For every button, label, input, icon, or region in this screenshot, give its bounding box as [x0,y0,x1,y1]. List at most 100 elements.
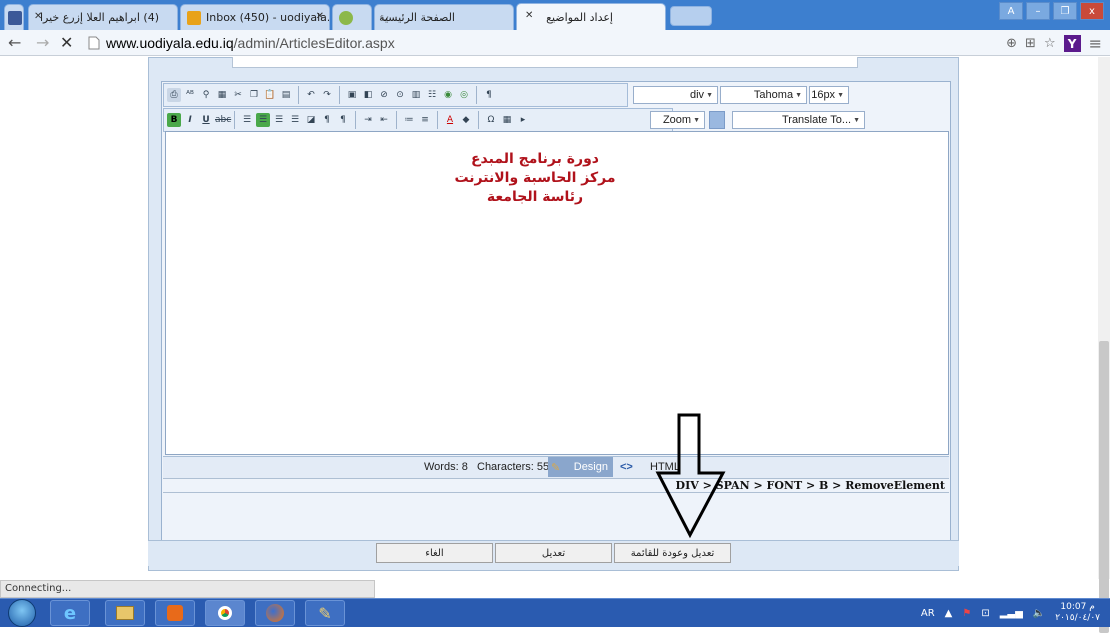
ltr-icon[interactable]: ¶ [320,113,334,127]
align-right-icon[interactable]: ☰ [272,113,286,127]
paste-special-icon[interactable]: ▤ [279,88,293,102]
taskbar-paint[interactable]: ✎ [305,600,345,626]
paint-icon: ✎ [318,603,332,623]
document-icon[interactable]: ▥ [409,88,423,102]
bullet-list-icon[interactable]: ≡ [418,113,432,127]
zoom-icon[interactable]: ⊕ [1006,36,1017,51]
clear-format-icon[interactable]: ◪ [304,113,318,127]
tab-articles-editor[interactable]: ✕ إعداد المواضيع [516,3,666,30]
back-icon[interactable]: ← [8,33,21,52]
chevron-down-icon: ▼ [693,116,700,124]
text-color-icon[interactable]: A [443,113,457,127]
table-icon[interactable]: ▦ [500,113,514,127]
show-hidden-icons-icon[interactable]: ▲ [945,608,953,619]
taskbar-firefox[interactable] [255,600,295,626]
bold-icon[interactable]: B [167,113,181,127]
character-count: Characters: 55 [477,461,550,473]
design-mode-button[interactable]: ✎ Design [548,457,613,477]
minimize-button[interactable]: – [1026,2,1050,20]
special-char-icon[interactable]: Ω [484,113,498,127]
justify-icon[interactable]: ☰ [288,113,302,127]
title-field[interactable] [232,57,858,68]
volume-icon[interactable]: 🔈 [1033,608,1045,619]
unlink-icon[interactable]: ◎ [457,88,471,102]
find-icon[interactable]: ⚲ [199,88,213,102]
taskbar-media[interactable] [155,600,195,626]
scrollbar-thumb[interactable] [1099,341,1109,633]
size-dropdown[interactable]: 16px ▼ [809,86,849,104]
clock[interactable]: 10:07 م ٢٠١٥/٠٤/٠٧ [1055,602,1100,624]
highlight-color-icon[interactable]: ◆ [459,113,473,127]
select-all-icon[interactable]: ▦ [215,88,229,102]
menu-icon[interactable]: ≡ [1089,34,1102,53]
zoom-dropdown[interactable]: Zoom ▼ [650,111,705,129]
flash-icon[interactable]: ⊘ [377,88,391,102]
chrome-icon [218,606,232,620]
copy-icon[interactable]: ❐ [247,88,261,102]
undo-icon[interactable]: ↶ [304,88,318,102]
translate-icon[interactable] [709,111,725,129]
tab-home[interactable]: الصفحة الرئيسية ◡ [374,4,514,30]
firefox-icon [266,604,284,622]
image-icon[interactable]: ▣ [345,88,359,102]
language-indicator[interactable]: AR [921,608,935,619]
cut-icon[interactable]: ✂ [231,88,245,102]
print-icon[interactable]: ⎙ [167,88,181,102]
signal-icon[interactable]: ▂▃▅ [1000,608,1023,619]
font-dropdown[interactable]: Tahoma ▼ [720,86,807,104]
security-flag-icon[interactable]: ⚑ [962,608,971,619]
template-icon[interactable]: ☷ [425,88,439,102]
new-tab-button[interactable] [670,6,712,26]
translate-dropdown[interactable]: Translate To... ▼ [732,111,865,129]
record-icon[interactable]: ⊙ [393,88,407,102]
close-icon[interactable]: ✕ [316,11,324,22]
align-center-icon[interactable]: ☰ [256,113,270,127]
taskbar-ie[interactable]: e [50,600,90,626]
taskbar-explorer[interactable] [105,600,145,626]
network-icon[interactable]: ⊡ [981,608,989,619]
tab-facebook[interactable]: (4) ابراهيم العلا إزرع خيرا ✕ [28,4,178,30]
start-button[interactable] [8,599,36,627]
paste-icon[interactable]: 📋 [263,88,277,102]
spellcheck-icon[interactable]: ᴬᴮ [183,88,197,102]
maximize-button[interactable]: ❐ [1053,2,1077,20]
rtl-icon[interactable]: ¶ [336,113,350,127]
format-dropdown[interactable]: div ▼ [633,86,718,104]
italic-icon[interactable]: I [183,113,197,127]
strikethrough-icon[interactable]: abc [215,113,231,127]
outdent-icon[interactable]: ⇤ [377,113,391,127]
edit-return-button[interactable]: تعديل وعودة للقائمة [614,543,731,563]
bookmark-star-icon[interactable]: ☆ [1044,36,1056,51]
link-icon[interactable]: ◉ [441,88,455,102]
tag-path-bar[interactable]: DIV > SPAN > FONT > B > RemoveElement [163,478,949,493]
close-icon[interactable]: ✕ [34,11,42,22]
paragraph-icon[interactable]: ¶ [482,88,496,102]
stop-icon[interactable]: ✕ [60,33,73,52]
code-icon[interactable]: <> [620,461,633,473]
underline-icon[interactable]: U [199,113,213,127]
numbered-list-icon[interactable]: ≔ [402,113,416,127]
cancel-button[interactable]: الغاء [376,543,493,563]
redo-icon[interactable]: ↷ [320,88,334,102]
align-left-icon[interactable]: ☰ [240,113,254,127]
more-icon[interactable]: ▸ [516,113,530,127]
tab-inbox[interactable]: Inbox (450) - uodiyala.edu ✕ [180,4,330,30]
tab-university[interactable] [332,4,372,30]
tab-facebook-pinned[interactable] [4,4,24,30]
indent-icon[interactable]: ⇥ [361,113,375,127]
taskbar-chrome[interactable] [205,600,245,626]
close-window-button[interactable]: x [1080,2,1104,20]
annotation-arrow-down-icon [655,413,726,539]
media-icon[interactable]: ◧ [361,88,375,102]
word-count: Words: 8 [424,461,468,473]
forward-icon[interactable]: → [36,33,49,52]
edit-button[interactable]: تعديل [495,543,612,563]
translate-icon[interactable]: ⊞ [1025,36,1036,51]
toolbar-separator [298,86,299,104]
tab-label: الصفحة الرئيسية [379,11,455,24]
vertical-scrollbar[interactable] [1098,57,1110,633]
yahoo-extension-icon[interactable]: Y [1063,35,1081,52]
address-bar[interactable]: www.uodiyala.edu.iq/admin/ArticlesEditor… [88,33,988,53]
close-icon[interactable]: ✕ [525,10,533,21]
user-button[interactable]: A [999,2,1023,20]
